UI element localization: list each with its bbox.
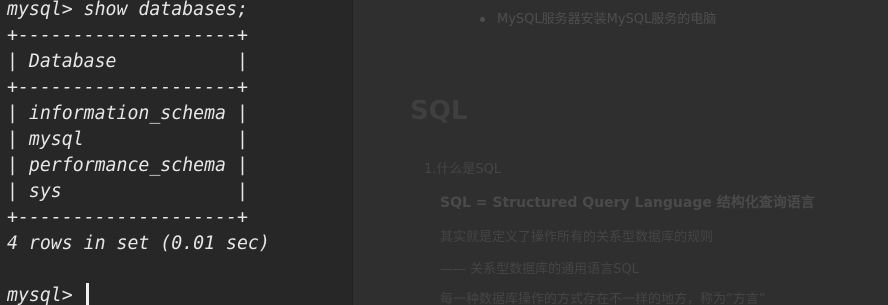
table-border-bottom: +--------------------+ — [7, 207, 248, 228]
doc-bullet-text: MySQL服务器安装MySQL服务的电脑 — [497, 12, 717, 27]
text-cursor — [85, 283, 89, 305]
doc-line-3: 其实就是定义了操作所有的关系型数据库的规则 — [440, 230, 714, 245]
doc-bullet-item: MySQL服务器安装MySQL服务的电脑 — [480, 8, 716, 27]
table-row: | mysql | — [7, 129, 248, 150]
doc-line-5: 每一种数据库操作的方式存在不一样的地方，称为“方言” — [440, 292, 766, 305]
prompt-text: mysql> — [7, 285, 84, 305]
table-row: | performance_schema | — [7, 155, 248, 176]
screen: MySQL服务器安装MySQL服务的电脑 SQL 1.什么是SQL SQL = … — [0, 0, 888, 305]
table-row: | information_schema | — [7, 103, 248, 124]
command-line: mysql> show databases; — [7, 0, 248, 20]
table-border-header: +--------------------+ — [7, 77, 248, 98]
table-row: | sys | — [7, 181, 248, 202]
doc-line-2: SQL = Structured Query Language 结构化查询语言 — [440, 195, 815, 211]
table-border-top: +--------------------+ — [7, 25, 248, 46]
bullet-dot-icon — [480, 17, 485, 22]
prompt-line[interactable]: mysql> — [7, 283, 89, 305]
table-header-row: | Database | — [7, 51, 248, 72]
result-summary: 4 rows in set (0.01 sec) — [7, 233, 270, 254]
mysql-terminal[interactable]: mysql> show databases; +----------------… — [0, 0, 353, 305]
doc-heading: SQL — [410, 96, 468, 126]
doc-line-1: 1.什么是SQL — [424, 162, 502, 177]
doc-line-4: —— 关系型数据库的通用语言SQL — [440, 262, 639, 277]
